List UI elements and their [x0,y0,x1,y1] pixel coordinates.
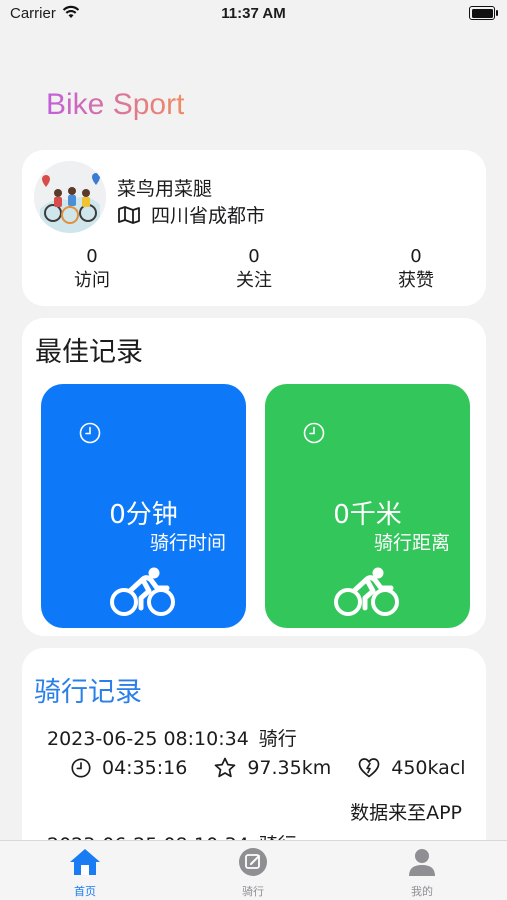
user-name: 菜鸟用菜腿 [117,178,213,200]
cyclists-illustration-icon [34,161,106,233]
stat-label: 访问 [74,270,110,291]
tab-label: 我的 [411,885,433,898]
stat-value: 0 [248,246,260,267]
location-text: 四川省成都市 [151,205,266,227]
ride-calories: 450kacl [357,756,466,780]
stat-likes[interactable]: 0 获赞 [366,246,466,294]
ride-record-header[interactable]: 2023-06-25 08:10:34 骑行 [47,724,297,751]
location-row: 四川省成都市 [117,201,265,228]
ride-duration: 04:35:16 [70,757,187,779]
ride-distance-value: 97.35km [247,757,332,779]
stat-value: 0 [410,246,422,267]
tab-profile[interactable]: 我的 [377,847,467,899]
ride-time-value: 0分钟 [109,500,178,530]
ride-distance-tile[interactable]: 0千米 骑行距离 [265,384,470,628]
avatar[interactable] [34,161,106,233]
ride-distance-label: 骑行距离 [373,532,450,554]
tab-ride[interactable]: 骑行 [208,847,298,899]
tab-label: 首页 [74,885,96,898]
profile-card: 菜鸟用菜腿 四川省成都市 0 访问 0 关注 0 获赞 [22,150,486,306]
stat-visits[interactable]: 0 访问 [42,246,142,294]
tab-label: 骑行 [242,885,264,898]
stat-follows[interactable]: 0 关注 [204,246,304,294]
ride-metrics-row: 04:35:16 97.35km 450kacl [70,756,466,780]
home-icon [70,849,100,875]
best-records-title: 最佳记录 [35,337,143,368]
stats-row: 0 访问 0 关注 0 获赞 [22,246,486,298]
tab-home[interactable]: 首页 [40,847,130,899]
data-source-label: 数据来至APP [350,802,462,824]
clock-icon [79,422,101,444]
map-icon [118,205,140,224]
tab-bar: 首页 骑行 我的 [0,840,507,900]
stat-label: 关注 [236,270,272,291]
battery-icon [469,6,498,20]
stat-label: 获赞 [398,270,434,291]
ride-records-title: 骑行记录 [34,677,142,708]
clock-icon [71,758,91,778]
cyclist-icon [334,567,399,616]
heart-bolt-icon [358,758,380,778]
clock-icon [303,422,325,444]
cyclist-icon [110,567,175,616]
status-bar: Carrier 11:37 AM [0,0,507,30]
app-title: Bike Sport [46,88,185,121]
ride-distance-value: 0千米 [333,500,402,530]
star-icon [214,757,236,778]
ride-distance: 97.35km [213,756,331,780]
status-time: 11:37 AM [221,5,286,22]
ride-type: 骑行 [258,728,297,750]
ride-time-label: 骑行时间 [149,532,226,554]
edit-icon [239,848,267,876]
best-records-card: 最佳记录 0分钟 骑行时间 0千米 骑行距离 [22,318,486,636]
ride-time-tile[interactable]: 0分钟 骑行时间 [41,384,246,628]
stat-value: 0 [86,246,98,267]
screen: Carrier 11:37 AM Bike Sport 菜鸟用菜腿 四川省成都市… [0,0,507,900]
ride-datetime: 2023-06-25 08:10:34 [47,728,249,750]
ride-duration-value: 04:35:16 [102,757,188,779]
ride-calories-value: 450kacl [391,757,466,779]
person-icon [409,849,435,876]
